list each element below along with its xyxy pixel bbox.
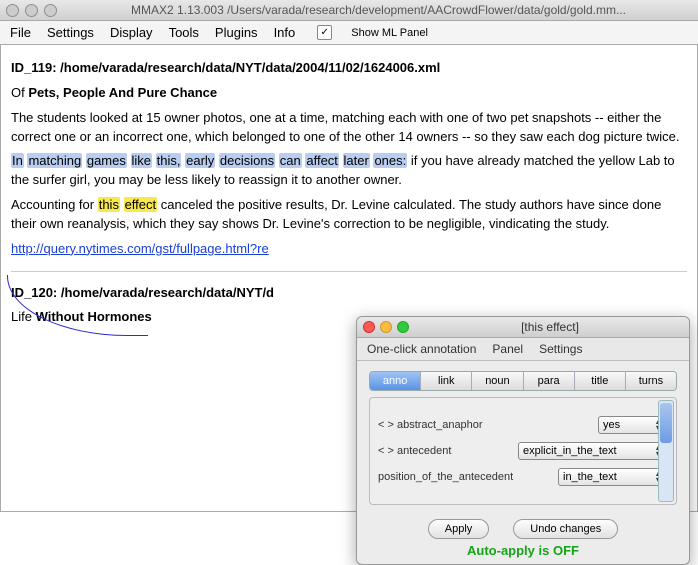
markable-token[interactable]: this, [156, 153, 182, 168]
menu-file[interactable]: File [10, 25, 31, 40]
markable-token[interactable]: early [185, 153, 215, 168]
panel-form: < > abstract_anaphor yes ▲▼ < > antecede… [369, 397, 677, 505]
select-position[interactable]: in_the_text ▲▼ [558, 468, 668, 486]
undo-button[interactable]: Undo changes [513, 519, 618, 539]
select-value: in_the_text [563, 471, 617, 483]
annotation-panel: [this effect] One-click annotation Panel… [356, 316, 690, 565]
panel-menu-panel[interactable]: Panel [492, 342, 523, 356]
select-value: explicit_in_the_text [523, 445, 617, 457]
row-position: position_of_the_antecedent in_the_text ▲… [378, 468, 668, 486]
doc2-of: Life [11, 309, 36, 324]
row-antecedent: < > antecedent explicit_in_the_text ▲▼ [378, 442, 668, 460]
label-abstract-anaphor: < > abstract_anaphor [378, 419, 590, 431]
markable-token[interactable]: can [279, 153, 302, 168]
panel-menu-oneclick[interactable]: One-click annotation [367, 342, 476, 356]
markable-token[interactable]: ones: [373, 153, 407, 168]
tab-link[interactable]: link [421, 372, 472, 390]
select-antecedent[interactable]: explicit_in_the_text ▲▼ [518, 442, 668, 460]
close-icon[interactable] [6, 4, 19, 17]
show-ml-label: Show ML Panel [351, 27, 428, 39]
label-antecedent: < > antecedent [378, 445, 510, 457]
row-abstract-anaphor: < > abstract_anaphor yes ▲▼ [378, 416, 668, 434]
doc1-title: Pets, People And Pure Chance [28, 85, 217, 100]
doc1-p3-pre: Accounting for [11, 197, 98, 212]
panel-menu-settings[interactable]: Settings [539, 342, 582, 356]
panel-scrollbar[interactable] [658, 400, 674, 502]
doc1-p2: In matching games like this, early decis… [11, 152, 687, 190]
panel-traffic-lights [363, 321, 409, 333]
doc1-p1: The students looked at 15 owner photos, … [11, 109, 687, 147]
menu-tools[interactable]: Tools [169, 25, 199, 40]
main-menubar: File Settings Display Tools Plugins Info… [0, 21, 698, 45]
autoapply-status: Auto-apply is OFF [357, 541, 689, 564]
close-icon[interactable] [363, 321, 375, 333]
menu-display[interactable]: Display [110, 25, 153, 40]
markable-token[interactable]: affect [305, 153, 339, 168]
traffic-lights [6, 4, 57, 17]
panel-title: [this effect] [417, 320, 683, 334]
label-position: position_of_the_antecedent [378, 471, 550, 483]
tab-turns[interactable]: turns [626, 372, 676, 390]
selected-markable-token[interactable]: this [98, 197, 120, 212]
window-title: MMAX2 1.13.003 /Users/varada/research/de… [65, 3, 692, 17]
select-value: yes [603, 419, 620, 431]
doc1-title-line: Of Pets, People And Pure Chance [11, 84, 687, 103]
doc1-id: ID_119: /home/varada/research/data/NYT/d… [11, 59, 687, 78]
tab-title[interactable]: title [575, 372, 626, 390]
minimize-icon[interactable] [380, 321, 392, 333]
panel-buttons: Apply Undo changes [357, 513, 689, 541]
main-titlebar: MMAX2 1.13.003 /Users/varada/research/de… [0, 0, 698, 21]
doc2-title: Without Hormones [36, 309, 152, 324]
tab-para[interactable]: para [524, 372, 575, 390]
menu-info[interactable]: Info [274, 25, 296, 40]
selected-markable-token[interactable]: effect [124, 197, 158, 212]
doc2-id: ID_120: /home/varada/research/data/NYT/d [11, 284, 687, 303]
markable-token[interactable]: In [11, 153, 24, 168]
show-ml-checkbox[interactable]: ✓ [317, 25, 332, 40]
markable-token[interactable]: games [86, 153, 127, 168]
zoom-icon[interactable] [397, 321, 409, 333]
doc1-url[interactable]: http://query.nytimes.com/gst/fullpage.ht… [11, 240, 687, 259]
zoom-icon[interactable] [44, 4, 57, 17]
tab-noun[interactable]: noun [472, 372, 523, 390]
menu-plugins[interactable]: Plugins [215, 25, 258, 40]
markable-token[interactable]: matching [27, 153, 82, 168]
markable-token[interactable]: later [343, 153, 370, 168]
separator [11, 271, 687, 272]
apply-button[interactable]: Apply [428, 519, 490, 539]
markable-token[interactable]: like [131, 153, 153, 168]
minimize-icon[interactable] [25, 4, 38, 17]
doc1-of: Of [11, 85, 28, 100]
menu-settings[interactable]: Settings [47, 25, 94, 40]
panel-menubar: One-click annotation Panel Settings [357, 338, 689, 361]
doc1-p3: Accounting for this effect canceled the … [11, 196, 687, 234]
panel-titlebar: [this effect] [357, 317, 689, 338]
markable-token[interactable]: decisions [219, 153, 275, 168]
scrollbar-thumb[interactable] [660, 403, 672, 443]
panel-tabs: anno link noun para title turns [369, 371, 677, 391]
doc1-url-link[interactable]: http://query.nytimes.com/gst/fullpage.ht… [11, 241, 269, 256]
tab-anno[interactable]: anno [370, 372, 421, 390]
